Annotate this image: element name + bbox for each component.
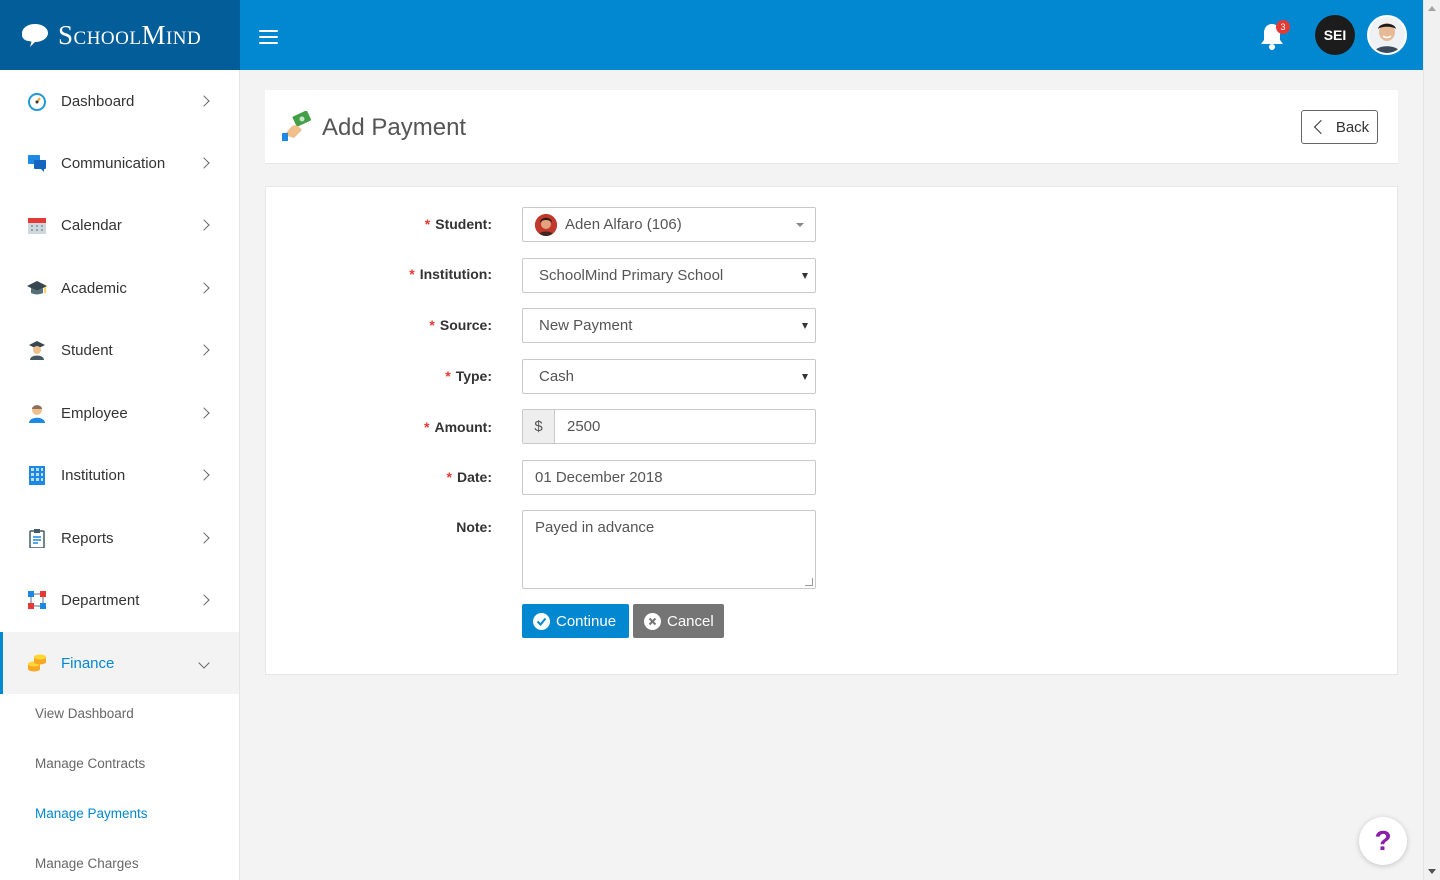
chevron-right-icon [198, 469, 210, 481]
caret-down-icon [796, 223, 804, 227]
chevron-left-icon [1313, 119, 1328, 135]
user-avatar[interactable] [1367, 15, 1407, 55]
clipboard-icon [29, 529, 45, 548]
sidebar-subitem-manage-charges[interactable]: Manage Charges [35, 856, 139, 871]
menu-toggle-icon[interactable] [259, 30, 278, 46]
amount-label: * Amount: [424, 419, 492, 435]
sidebar: Dashboard Communication Calendar Academi… [0, 70, 240, 880]
sidebar-item-student[interactable]: Student [0, 319, 239, 381]
sidebar-item-dashboard[interactable]: Dashboard [0, 70, 239, 132]
institution-label: * Institution: [409, 266, 492, 282]
sidebar-item-institution[interactable]: Institution [0, 444, 239, 506]
institution-select[interactable]: SchoolMind Primary School [522, 258, 816, 293]
sidebar-item-label: Employee [61, 404, 128, 422]
amount-input[interactable]: 2500 [555, 410, 815, 443]
sidebar-subitem-manage-payments[interactable]: Manage Payments [35, 806, 148, 821]
add-payment-form: * Student: Aden Alfaro (106) * Institution… [265, 186, 1398, 675]
resize-handle-icon[interactable] [805, 578, 813, 586]
coins-icon [28, 654, 46, 672]
back-button[interactable]: Back [1301, 110, 1378, 144]
amount-field: $ 2500 [522, 409, 816, 444]
chevron-right-icon [198, 157, 210, 169]
caret-down-icon [802, 374, 808, 380]
sidebar-item-label: Student [61, 341, 113, 359]
note-label: Note: [456, 519, 492, 535]
sidebar-item-label: Dashboard [61, 92, 135, 110]
note-textarea[interactable]: Payed in advance [522, 510, 816, 589]
student-avatar [535, 213, 557, 236]
user-initials-avatar[interactable]: SEI [1315, 15, 1355, 55]
source-select[interactable]: New Payment [522, 308, 816, 343]
student-icon [29, 341, 45, 360]
date-value: 01 December 2018 [535, 469, 663, 486]
chevron-down-icon [198, 657, 210, 669]
scrollbar[interactable] [1423, 0, 1440, 880]
sidebar-item-academic[interactable]: Academic [0, 257, 239, 319]
student-label: * Student: [424, 216, 492, 232]
student-select[interactable]: Aden Alfaro (106) [522, 207, 816, 242]
chat-bubbles-icon [28, 155, 46, 172]
note-value: Payed in advance [535, 519, 655, 536]
type-value: Cash [539, 368, 575, 385]
scroll-down-icon[interactable] [1428, 869, 1436, 874]
chevron-right-icon [198, 594, 210, 606]
sidebar-item-reports[interactable]: Reports [0, 507, 239, 569]
chevron-right-icon [198, 344, 210, 356]
sidebar-subitem-view-dashboard[interactable]: View Dashboard [35, 706, 134, 721]
sidebar-item-label: Finance [61, 654, 115, 672]
source-value: New Payment [539, 317, 633, 334]
chevron-right-icon [198, 407, 210, 419]
page-title: Add Payment [322, 114, 467, 141]
back-button-label: Back [1335, 118, 1370, 136]
building-icon [29, 466, 45, 485]
check-circle-icon [533, 612, 550, 630]
sidebar-item-department[interactable]: Department [0, 569, 239, 631]
calendar-icon [28, 218, 46, 234]
sidebar-item-label: Academic [61, 279, 127, 297]
user-photo-icon [1369, 17, 1405, 53]
top-bar: SchoolMind 3 SEI [0, 0, 1423, 70]
continue-button[interactable]: Continue [522, 604, 629, 638]
caret-down-icon [802, 323, 808, 329]
sidebar-item-label: Reports [61, 529, 114, 547]
chevron-right-icon [198, 95, 210, 107]
type-label: * Type: [445, 368, 492, 384]
currency-addon: $ [523, 410, 555, 443]
source-label: * Source: [429, 317, 492, 333]
sidebar-item-finance[interactable]: Finance [0, 632, 239, 694]
sidebar-item-label: Calendar [61, 216, 122, 234]
sidebar-item-label: Institution [61, 466, 126, 484]
sidebar-item-label: Department [61, 591, 140, 609]
payment-money-icon [282, 111, 312, 141]
cloud-logo-icon [22, 24, 48, 47]
caret-down-icon [802, 273, 808, 279]
sidebar-subitem-manage-contracts[interactable]: Manage Contracts [35, 756, 145, 771]
cancel-button[interactable]: Cancel [633, 604, 724, 638]
student-value: Aden Alfaro (106) [565, 216, 682, 233]
sidebar-item-employee[interactable]: Employee [0, 382, 239, 444]
sidebar-item-communication[interactable]: Communication [0, 132, 239, 194]
continue-label: Continue [556, 612, 617, 630]
chevron-right-icon [198, 219, 210, 231]
employee-icon [29, 405, 45, 423]
graduation-cap-icon [27, 281, 47, 295]
sidebar-item-label: Communication [61, 154, 166, 172]
department-icon [28, 591, 46, 609]
brand-logo[interactable]: SchoolMind [0, 0, 240, 70]
institution-value: SchoolMind Primary School [539, 267, 724, 284]
notification-badge: 3 [1276, 20, 1290, 34]
sidebar-item-calendar[interactable]: Calendar [0, 194, 239, 256]
cancel-label: Cancel [667, 612, 714, 630]
brand-name: SchoolMind [58, 19, 202, 50]
help-button[interactable]: ? [1359, 817, 1407, 865]
close-circle-icon [644, 612, 661, 630]
chevron-right-icon [198, 282, 210, 294]
chevron-right-icon [198, 532, 210, 544]
type-select[interactable]: Cash [522, 359, 816, 394]
dashboard-gauge-icon [28, 93, 46, 111]
date-input[interactable]: 01 December 2018 [522, 460, 816, 495]
date-label: * Date: [446, 469, 492, 485]
scroll-up-icon[interactable] [1428, 6, 1436, 11]
page-header: Add Payment Back [265, 90, 1398, 164]
